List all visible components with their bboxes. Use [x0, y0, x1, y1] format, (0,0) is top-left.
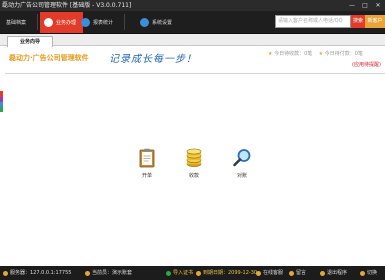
nav-settings-label: 系统设置	[152, 19, 173, 26]
nav-business-label: 业务办理	[56, 20, 77, 26]
search-input[interactable]: 请输入客户名称或人电话/QQ	[275, 15, 351, 28]
status-server: 服务器：127.0.0.1:17755	[3, 266, 71, 280]
window-title: 磊动力广告公司管理软件 [基础版 - V3.0.0.711]	[2, 2, 132, 9]
reminder-link[interactable]: (应用待提醒)	[352, 61, 381, 68]
gear-icon	[140, 17, 149, 27]
clipboard-icon	[139, 148, 155, 168]
nav-divider	[124, 14, 125, 30]
switch-icon	[360, 270, 365, 276]
leftbar-spacer	[0, 46, 3, 91]
exit-icon	[320, 270, 325, 276]
user-icon	[85, 270, 90, 276]
status-expire-text: 到期日期：2099-12-30	[203, 270, 258, 276]
calendar-icon	[196, 270, 201, 276]
status-online-text: 在线客服	[263, 270, 284, 276]
briefcase-icon	[44, 18, 53, 27]
star-icon: ★	[318, 51, 324, 57]
nav-business[interactable]: 业务办理	[40, 12, 84, 33]
server-icon	[3, 270, 8, 276]
brand-logo-text: 磊动力·广告公司管理软件	[9, 54, 89, 62]
chat-icon	[256, 270, 261, 276]
status-exit-app[interactable]: 退出程序	[320, 266, 347, 280]
status-feedback[interactable]: 留言	[289, 266, 306, 280]
status-expire: 到期日期：2099-12-30	[196, 266, 257, 280]
import-icon	[166, 270, 171, 276]
coins-icon	[186, 148, 202, 167]
star-icon: ★	[268, 51, 273, 57]
title-bar: 磊动力广告公司管理软件 [基础版 - V3.0.0.711] — □ ✕	[0, 0, 385, 11]
status-import-text: 导入证书	[173, 270, 194, 276]
close-button[interactable]: ✕	[374, 0, 382, 11]
maximize-button[interactable]: □	[361, 0, 369, 11]
message-icon	[289, 270, 294, 276]
nav-divider	[37, 14, 38, 30]
nav-reports[interactable]: 报表统计	[81, 12, 113, 32]
status-user: 当前员：演示账套	[85, 266, 132, 280]
nav-settings[interactable]: 系统设置	[140, 12, 172, 32]
action-create-order[interactable]: 开单	[135, 148, 159, 179]
status-bar: 服务器：127.0.0.1:17755 当前员：演示账套 导入证书 到期日期：2…	[0, 266, 385, 280]
nav-reports-label: 报表统计	[93, 19, 114, 26]
status-feedback-text: 留言	[296, 270, 307, 276]
left-color-bar	[0, 46, 3, 264]
status-server-text: 服务器：127.0.0.1:17755	[10, 270, 72, 276]
action-collect-payment-label: 收款	[188, 173, 199, 179]
status-import-license[interactable]: 导入证书	[166, 266, 193, 280]
action-collect-payment[interactable]: 收款	[182, 148, 206, 179]
status-user-text: 当前员：演示账套	[92, 270, 133, 276]
status-switch[interactable]: 切换	[360, 266, 377, 280]
status-switch-text: 切换	[367, 270, 378, 276]
action-create-order-label: 开单	[141, 173, 152, 179]
nav-basic-archive[interactable]: 基础档案	[6, 12, 26, 32]
tab-strip	[0, 34, 385, 46]
status-online-service[interactable]: 在线客服	[256, 266, 283, 280]
window-controls: — □ ✕	[348, 0, 382, 11]
magnifier-icon	[233, 149, 251, 167]
payment-notice: ★ 今日待收款：0笔 ★ 今日待付款：0笔	[268, 50, 363, 57]
slogan-text: 记录成长每一步！	[109, 54, 197, 65]
status-exit-text: 退出程序	[327, 270, 348, 276]
leftbar-segment	[0, 107, 3, 112]
chart-icon	[81, 17, 90, 27]
minimize-button[interactable]: —	[348, 0, 356, 11]
notice-payable: 今日待付款：0笔	[324, 51, 363, 57]
nav-basic-archive-label: 基础档案	[6, 19, 27, 26]
notice-receivable: 今日待收款：0笔	[274, 51, 313, 57]
search-button[interactable]: 搜索	[351, 15, 365, 28]
new-customer-button[interactable]: 新客户	[365, 15, 385, 28]
action-reconcile[interactable]: 对账	[230, 148, 254, 179]
action-reconcile-label: 对账	[236, 173, 247, 179]
